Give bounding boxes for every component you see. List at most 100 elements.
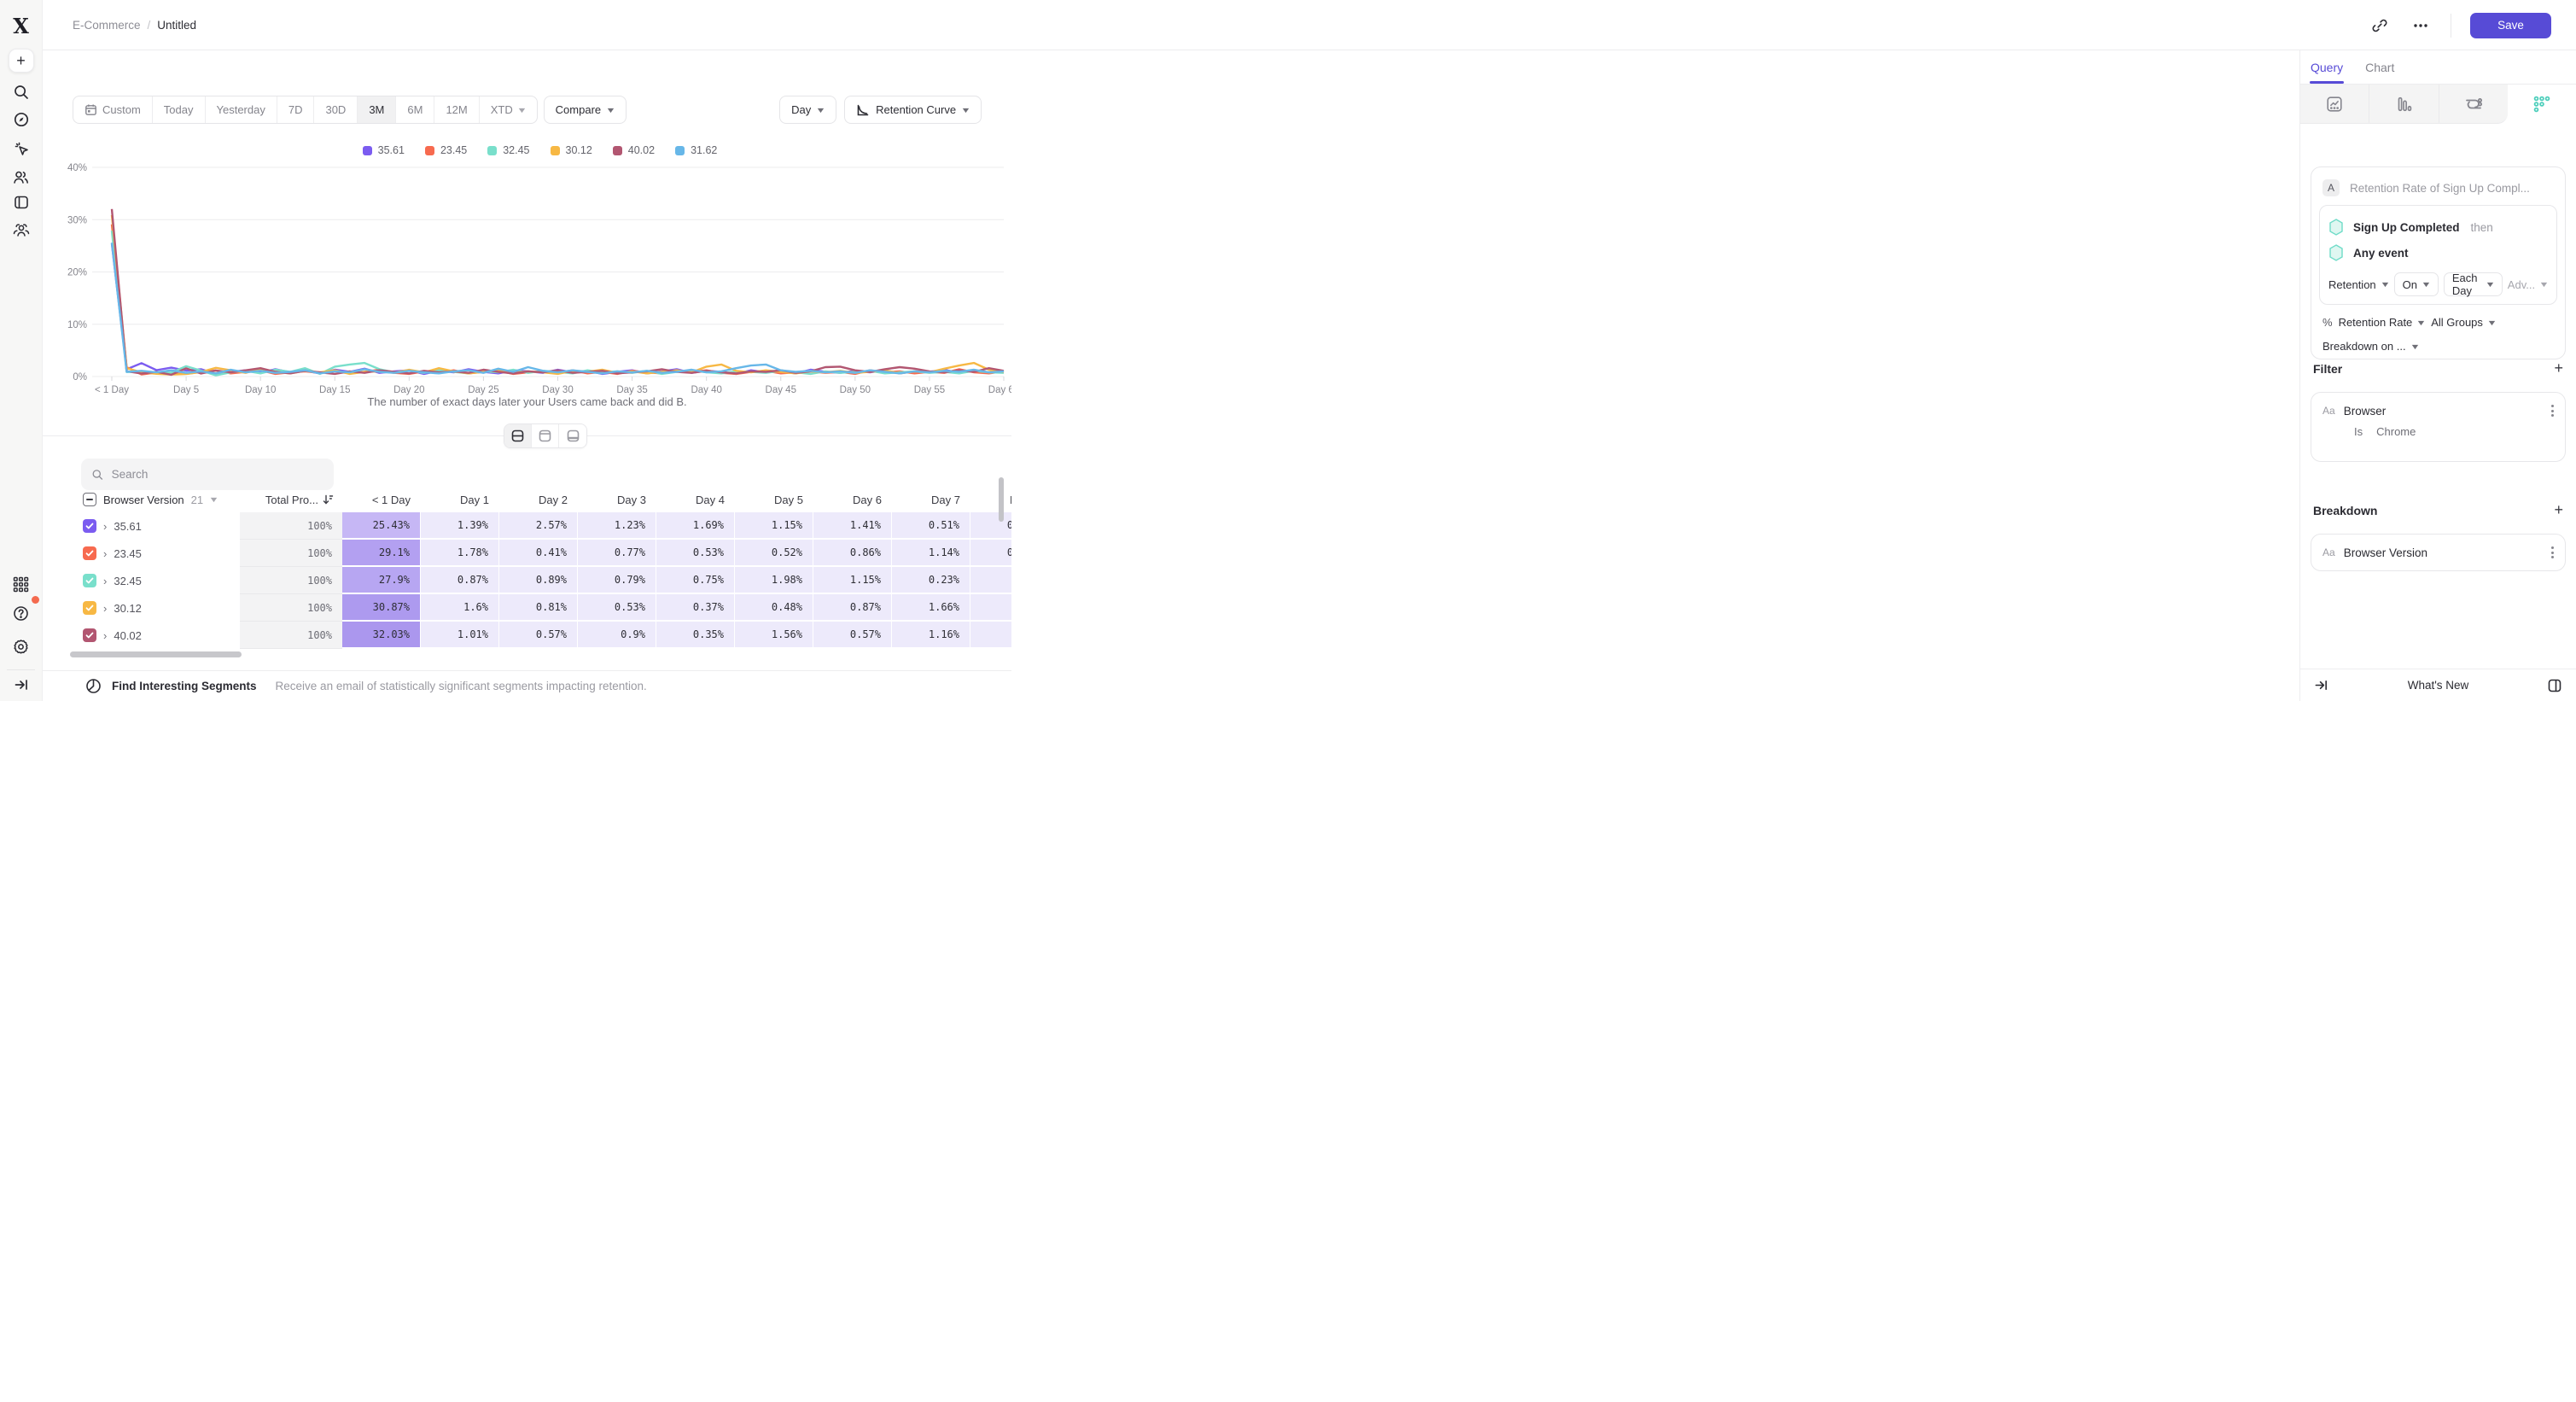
value-cell[interactable]: 0.63% <box>970 540 1011 567</box>
add-breakdown-button[interactable]: + <box>2554 501 2563 519</box>
row-checkbox[interactable] <box>83 519 96 533</box>
each-day-dropdown[interactable]: Each Day▼ <box>2444 272 2503 296</box>
value-cell[interactable]: 1.15% <box>735 512 813 540</box>
expand-caret-icon[interactable]: › <box>103 520 107 533</box>
value-cell[interactable]: 0.79% <box>578 567 656 594</box>
value-cell[interactable]: 1.98% <box>735 567 813 594</box>
advanced-dropdown[interactable]: Adv...▼ <box>2508 278 2548 291</box>
day-column-header[interactable]: < 1 Day <box>342 494 421 506</box>
value-cell[interactable]: 25.43% <box>342 512 421 540</box>
row-checkbox[interactable] <box>83 546 96 560</box>
value-cell[interactable]: 0.42% <box>970 512 1011 540</box>
row-name[interactable]: 40.02 <box>114 629 142 642</box>
event-step-a[interactable]: Sign Up Completed then <box>2328 214 2548 240</box>
day-column-header[interactable]: Day 6 <box>813 494 892 506</box>
value-cell[interactable]: 1.01% <box>421 622 499 649</box>
retention-type-dropdown[interactable]: Retention▼ <box>2328 278 2389 291</box>
day-column-header[interactable]: Day 4 <box>656 494 735 506</box>
help-icon[interactable] <box>7 599 36 628</box>
compass-icon[interactable] <box>7 105 36 134</box>
cohorts-icon[interactable] <box>7 216 36 245</box>
legend-item[interactable]: 23.45 <box>425 144 467 156</box>
breakdown-property-name[interactable]: Browser Version <box>2344 546 2543 559</box>
value-cell[interactable]: 1.16% <box>892 622 970 649</box>
expand-caret-icon[interactable]: › <box>103 547 107 560</box>
collapse-sidebar-icon[interactable] <box>7 670 36 699</box>
day-column-header[interactable]: Day 5 <box>735 494 813 506</box>
value-cell[interactable]: 0.48% <box>735 594 813 622</box>
expand-caret-icon[interactable]: › <box>103 629 107 642</box>
day-column-header[interactable]: Day 2 <box>499 494 578 506</box>
day-column-header[interactable]: Day 1 <box>421 494 499 506</box>
range-yesterday[interactable]: Yesterday <box>206 96 277 123</box>
value-cell[interactable]: 0.53% <box>578 594 656 622</box>
value-cell[interactable]: 0.87% <box>421 567 499 594</box>
value-cell[interactable]: 30.87% <box>342 594 421 622</box>
toggle-panel-icon[interactable] <box>2547 678 2562 693</box>
select-all-checkbox[interactable] <box>83 493 96 506</box>
total-column-header[interactable]: Total Pro... <box>240 494 342 506</box>
value-cell[interactable]: 1.15% <box>813 567 892 594</box>
retention-line-chart[interactable]: 0%10%20%30%40%< 1 DayDay 5Day 10Day 15Da… <box>43 159 1011 398</box>
groups-dropdown[interactable]: All Groups▼ <box>2431 316 2496 329</box>
funnels-icon[interactable] <box>2369 85 2439 124</box>
query-title[interactable]: Retention Rate of Sign Up Compl... <box>2350 182 2530 195</box>
add-filter-button[interactable]: + <box>2554 359 2563 377</box>
value-cell[interactable]: 0.57% <box>813 622 892 649</box>
on-dropdown[interactable]: On▼ <box>2394 272 2439 296</box>
table-only-toggle[interactable] <box>559 424 586 447</box>
settings-gear-icon[interactable] <box>7 632 36 661</box>
apps-grid-icon[interactable] <box>7 570 36 599</box>
series-line-30.12[interactable] <box>112 215 1004 375</box>
more-ellipsis-icon[interactable] <box>2410 15 2432 37</box>
range-3m[interactable]: 3M <box>358 96 396 123</box>
series-line-40.02[interactable] <box>112 209 1004 375</box>
horizontal-scrollbar[interactable] <box>70 651 242 657</box>
save-button[interactable]: Save <box>2470 13 2551 38</box>
range-7d[interactable]: 7D <box>277 96 315 123</box>
value-cell[interactable]: 0.7% <box>970 622 1011 649</box>
value-cell[interactable]: 0.37% <box>656 594 735 622</box>
value-cell[interactable]: 27.9% <box>342 567 421 594</box>
filter-kebab-menu[interactable] <box>2551 405 2554 417</box>
range-12m[interactable]: 12M <box>434 96 479 123</box>
day-column-header[interactable]: Day 8 <box>970 494 1011 506</box>
range-6m[interactable]: 6M <box>396 96 434 123</box>
series-line-31.62[interactable] <box>112 242 1004 373</box>
value-cell[interactable]: 0.81% <box>499 594 578 622</box>
panel-tab-chart[interactable]: Chart <box>2365 50 2394 84</box>
value-cell[interactable]: 0.53% <box>656 540 735 567</box>
breakdown-on-dropdown[interactable]: Breakdown on ...▼ <box>2322 340 2418 353</box>
value-cell[interactable]: 32.03% <box>342 622 421 649</box>
value-cell[interactable]: 0.89% <box>499 567 578 594</box>
value-cell[interactable]: 0.9% <box>578 622 656 649</box>
panel-tab-query[interactable]: Query <box>2311 50 2343 84</box>
day-column-header[interactable]: Day 7 <box>892 494 970 506</box>
value-cell[interactable]: 2.57% <box>499 512 578 540</box>
value-cell[interactable]: 1.14% <box>892 540 970 567</box>
value-cell[interactable]: 0.23% <box>892 567 970 594</box>
breadcrumb-title[interactable]: Untitled <box>157 19 196 32</box>
metric-dropdown[interactable]: Retention Rate▼ <box>2339 316 2426 329</box>
search-icon[interactable] <box>7 78 36 107</box>
value-cell[interactable]: 29.1% <box>342 540 421 567</box>
value-cell[interactable]: 0.52% <box>735 540 813 567</box>
compare-button[interactable]: Compare ▼ <box>544 96 627 124</box>
value-cell[interactable]: 1.69% <box>656 512 735 540</box>
row-checkbox[interactable] <box>83 601 96 615</box>
value-cell[interactable]: 0.51% <box>892 512 970 540</box>
boards-icon[interactable] <box>7 188 36 217</box>
row-name[interactable]: 30.12 <box>114 602 142 615</box>
users-icon[interactable] <box>7 162 36 191</box>
range-xtd[interactable]: XTD▼ <box>480 96 537 123</box>
chevron-down-icon[interactable]: ▼ <box>208 495 219 504</box>
vertical-scrollbar[interactable] <box>999 477 1004 522</box>
value-cell[interactable]: 0.35% <box>656 622 735 649</box>
row-checkbox[interactable] <box>83 628 96 642</box>
series-line-32.45[interactable] <box>112 231 1004 376</box>
value-cell[interactable]: 0.86% <box>813 540 892 567</box>
link-icon[interactable] <box>2369 15 2391 37</box>
breakdown-kebab-menu[interactable] <box>2551 546 2554 558</box>
split-view-toggle[interactable] <box>504 424 532 447</box>
value-cell[interactable]: 1.1% <box>970 594 1011 622</box>
